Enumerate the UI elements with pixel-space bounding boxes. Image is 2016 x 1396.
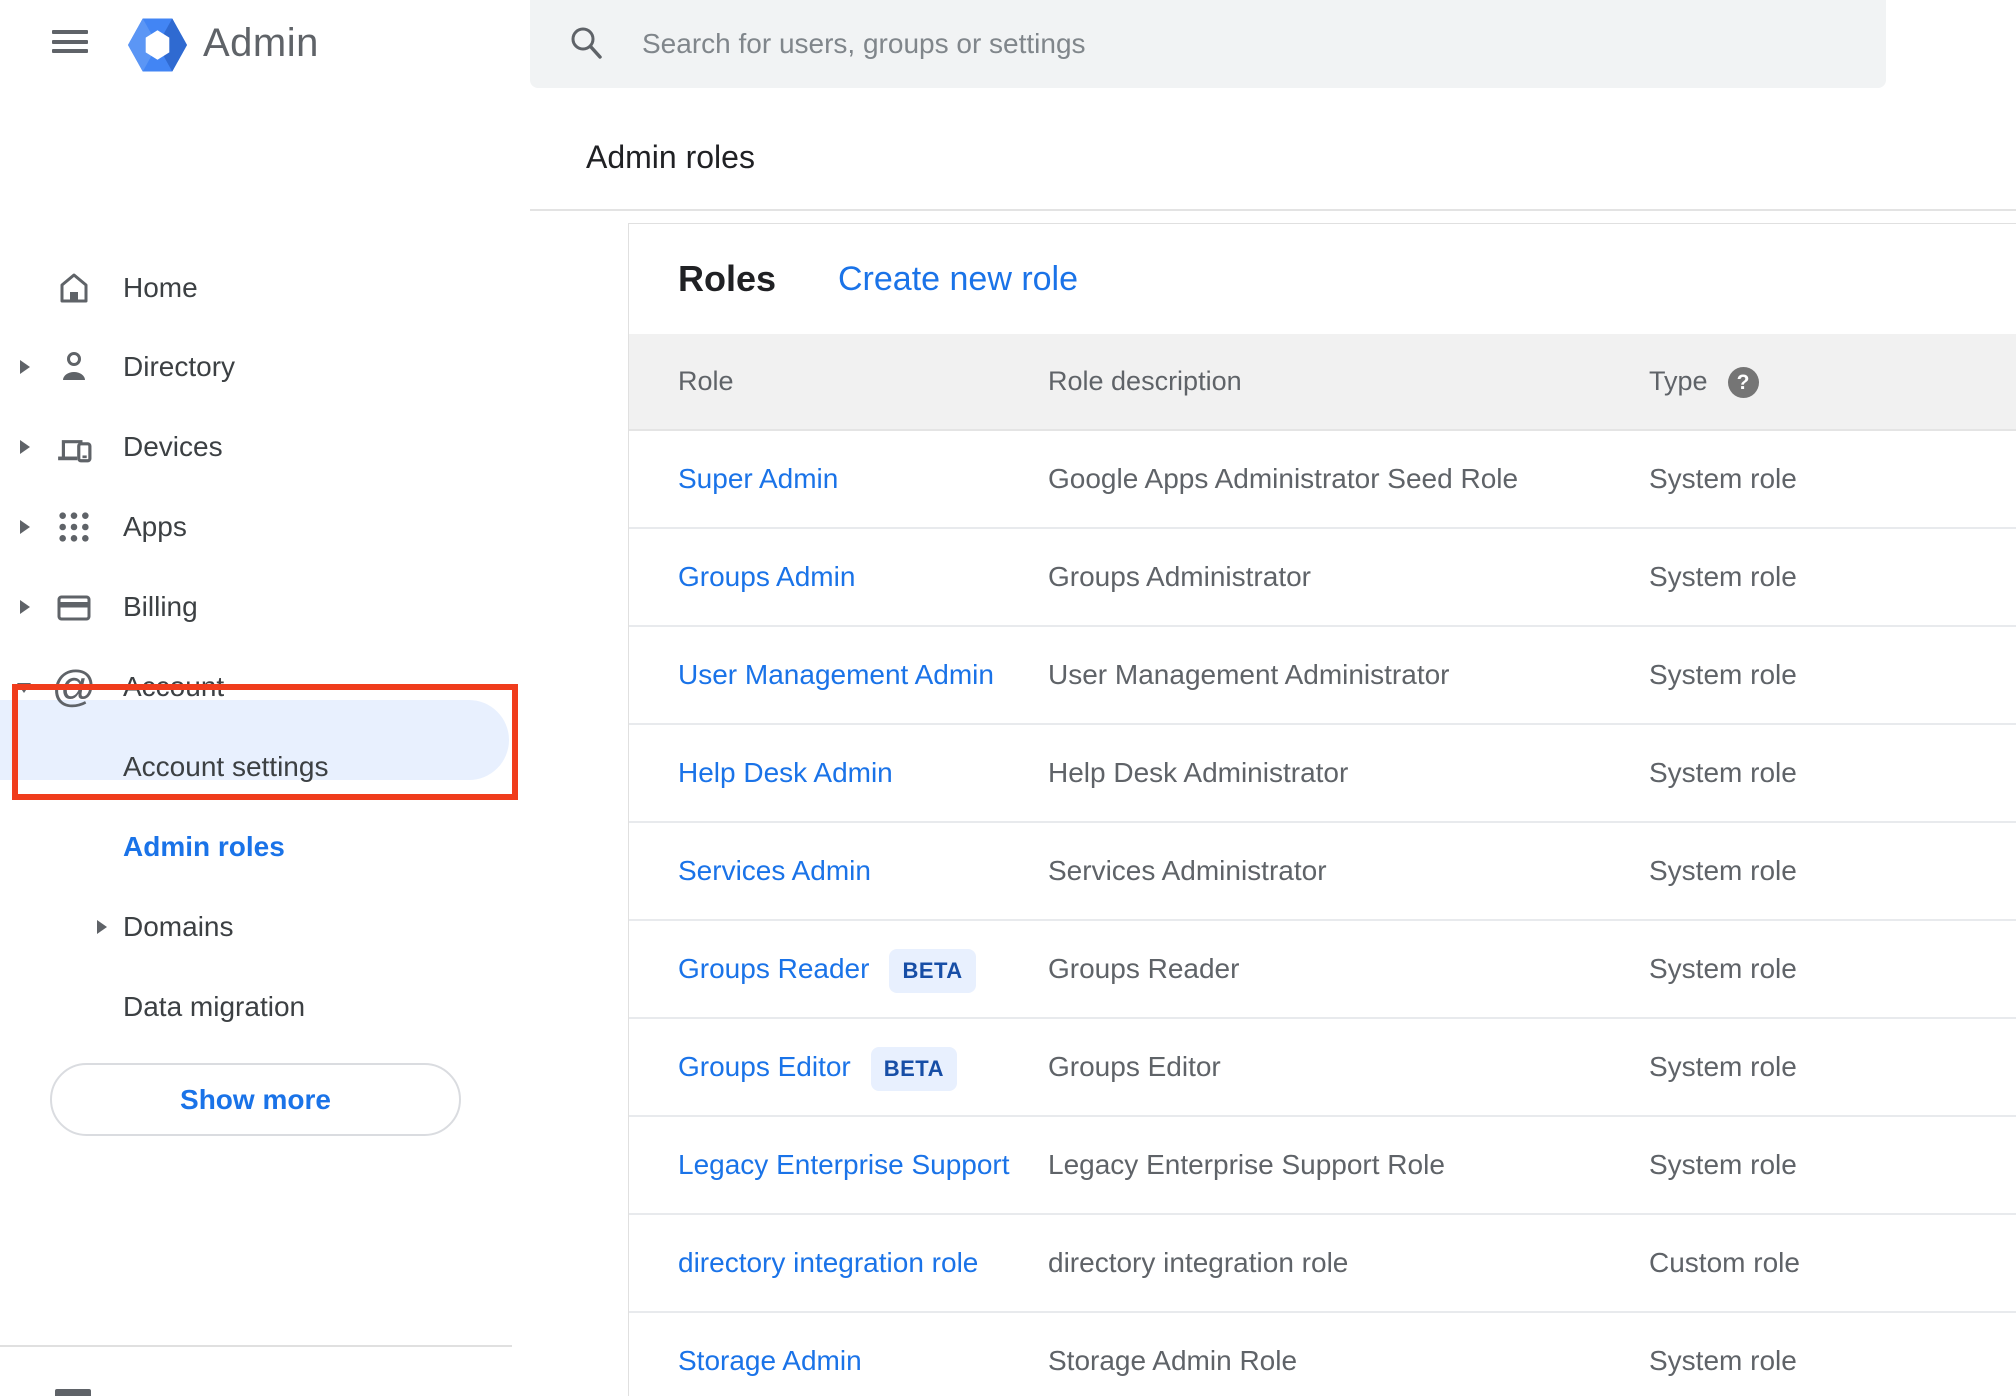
role-type: System role <box>1649 561 1797 592</box>
header-divider <box>530 209 2016 211</box>
role-description: Help Desk Administrator <box>1048 757 1349 788</box>
help-icon[interactable]: ? <box>1727 367 1759 399</box>
table-row: directory integration role directory inte… <box>629 1215 2016 1313</box>
sidebar-item-devices[interactable]: Devices <box>0 407 512 487</box>
expand-right-icon[interactable] <box>20 360 30 374</box>
sidebar-item-apps[interactable]: Apps <box>0 487 512 567</box>
role-link[interactable]: directory integration role <box>678 1247 978 1278</box>
card-title: Roles <box>678 258 777 299</box>
role-type: System role <box>1649 659 1797 690</box>
table-row: Groups Admin Groups Administrator System r… <box>629 529 2016 627</box>
show-more-button[interactable]: Show more <box>50 1063 461 1136</box>
role-description: Storage Admin Role <box>1048 1345 1298 1376</box>
create-new-role-link[interactable]: Create new role <box>838 224 1078 334</box>
sidebar-item-domains[interactable]: Domains <box>0 887 512 967</box>
sidebar-divider <box>0 1345 512 1347</box>
column-header-role-description: Role description <box>1048 366 1242 396</box>
role-link[interactable]: Groups Editor <box>678 1051 851 1082</box>
role-type: System role <box>1649 757 1797 788</box>
role-link[interactable]: Groups Reader <box>678 953 869 984</box>
expand-right-icon[interactable] <box>20 600 30 614</box>
devices-icon <box>52 426 96 468</box>
sidebar-item-label: Data migration <box>123 991 306 1022</box>
breadcrumb: Admin roles <box>586 139 755 175</box>
search-input[interactable] <box>642 0 1842 88</box>
roles-card: Roles Create new role Role Role descript… <box>628 223 2016 1396</box>
table-row: Storage Admin Storage Admin Role System ro… <box>629 1313 2016 1396</box>
sidebar-item-label: Domains <box>123 911 234 942</box>
clipped-sidebar-icon <box>55 1389 91 1396</box>
annotation-red-box <box>12 684 518 800</box>
role-type: System role <box>1649 463 1797 494</box>
beta-badge: BETA <box>889 948 976 993</box>
column-header-type: Type? <box>1649 334 1759 429</box>
role-type: System role <box>1649 855 1797 886</box>
role-description: Services Administrator <box>1048 855 1327 886</box>
role-description: Groups Editor <box>1048 1051 1221 1082</box>
billing-icon <box>52 586 96 628</box>
sidebar-item-directory[interactable]: Directory <box>0 327 512 407</box>
table-row: Help Desk Admin Help Desk Administrator Sy… <box>629 725 2016 823</box>
sidebar-item-label: Home <box>123 272 198 303</box>
sidebar-item-label: Directory <box>123 351 236 382</box>
sidebar-nav: Home Directory Devices Apps Billing @ Account A… <box>0 110 530 1396</box>
beta-badge: BETA <box>870 1046 958 1091</box>
role-link[interactable]: Super Admin <box>678 463 838 494</box>
expand-right-icon[interactable] <box>97 920 107 934</box>
role-type: System role <box>1649 1051 1797 1082</box>
role-description: Groups Administrator <box>1048 561 1311 592</box>
role-type: Custom role <box>1649 1247 1800 1278</box>
expand-right-icon[interactable] <box>20 520 30 534</box>
expand-right-icon[interactable] <box>20 440 30 454</box>
role-link[interactable]: Legacy Enterprise Support <box>678 1149 1010 1180</box>
app-title: Admin <box>203 21 319 65</box>
table-row: User Management Admin User Management Adm… <box>629 627 2016 725</box>
person-icon <box>52 346 96 388</box>
search-bar[interactable] <box>530 0 1886 88</box>
table-row: Groups Editor BETA Groups Editor System rol… <box>629 1019 2016 1117</box>
column-header-role: Role <box>678 366 734 396</box>
sidebar-item-data-migration[interactable]: Data migration <box>0 967 512 1047</box>
table-row: Super Admin Google Apps Administrator See… <box>629 431 2016 529</box>
role-description: User Management Administrator <box>1048 659 1450 690</box>
sidebar-item-billing[interactable]: Billing <box>0 567 512 647</box>
table-header: Role Role description Type? <box>629 334 2016 431</box>
role-description: Google Apps Administrator Seed Role <box>1048 463 1519 494</box>
role-link[interactable]: Services Admin <box>678 855 871 886</box>
role-description: Groups Reader <box>1048 953 1240 984</box>
role-description: directory integration role <box>1048 1247 1349 1278</box>
apps-icon <box>52 506 96 548</box>
role-link[interactable]: User Management Admin <box>678 659 994 690</box>
sidebar-item-label: Admin roles <box>123 831 285 862</box>
table-row: Services Admin Services Administrator Syst… <box>629 823 2016 921</box>
role-link[interactable]: Groups Admin <box>678 561 855 592</box>
role-type: System role <box>1649 1345 1797 1376</box>
table-row: Legacy Enterprise Support Legacy Enterpri… <box>629 1117 2016 1215</box>
admin-logo-icon[interactable] <box>128 18 187 77</box>
role-type: System role <box>1649 953 1797 984</box>
sidebar-item-admin-roles[interactable]: Admin roles <box>0 807 512 887</box>
role-type: System role <box>1649 1149 1797 1180</box>
sidebar-item-label: Billing <box>123 591 198 622</box>
role-link[interactable]: Storage Admin <box>678 1345 862 1376</box>
table-row: Groups Reader BETA Groups Reader System rol… <box>629 921 2016 1019</box>
role-description: Legacy Enterprise Support Role <box>1048 1149 1445 1180</box>
sidebar-item-label: Devices <box>123 431 223 462</box>
sidebar-item-label: Apps <box>123 511 187 542</box>
home-icon <box>52 267 96 309</box>
role-link[interactable]: Help Desk Admin <box>678 757 893 788</box>
admin-console: Admin Admin roles Home Directory Devices Ap… <box>0 0 2016 1396</box>
search-icon <box>571 27 602 59</box>
sidebar-item-home[interactable]: Home <box>0 248 512 328</box>
menu-icon[interactable] <box>52 30 88 53</box>
